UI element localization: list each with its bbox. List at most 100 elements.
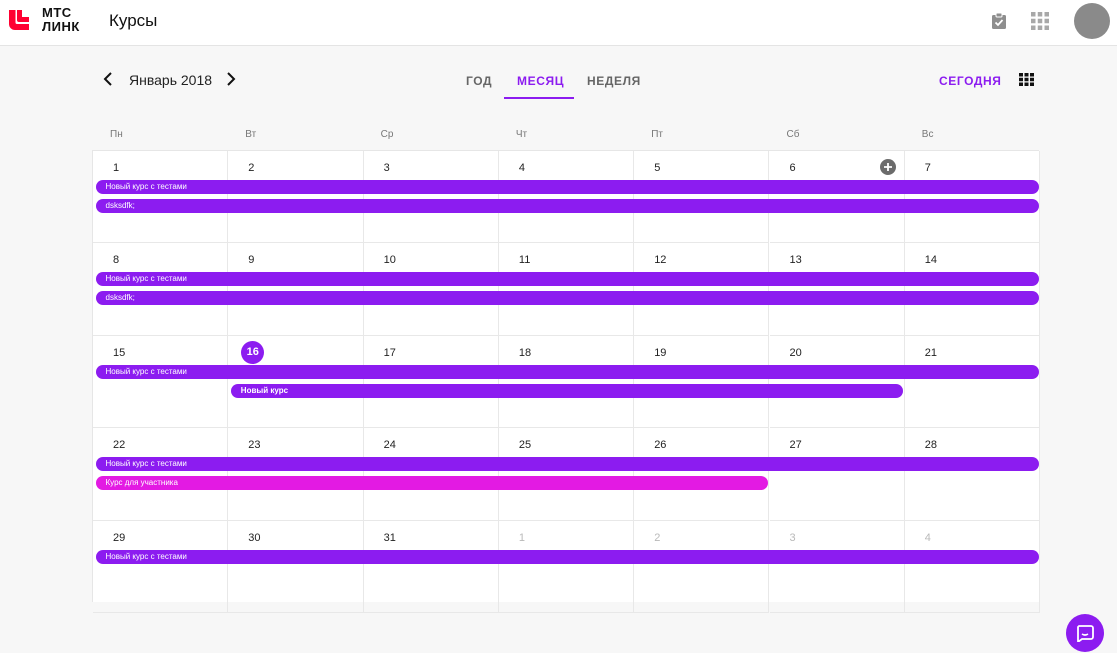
day-cell[interactable]: 11 xyxy=(498,243,635,336)
day-cell[interactable]: 14 xyxy=(904,243,1041,336)
event-bar[interactable]: dsksdfk; xyxy=(95,199,1039,213)
weekday-label: Сб xyxy=(786,129,800,140)
day-cell[interactable]: 10 xyxy=(363,243,499,336)
day-number: 25 xyxy=(518,439,532,452)
day-cell[interactable]: 3 xyxy=(363,151,499,244)
day-cell[interactable]: 27 xyxy=(769,428,905,521)
day-number: 17 xyxy=(383,346,396,359)
day-cell[interactable]: 1 xyxy=(93,151,229,244)
grid-view-icon[interactable] xyxy=(1019,73,1034,86)
logo-mark-icon xyxy=(9,10,29,30)
weekday-label: Пн xyxy=(110,129,123,140)
day-cell[interactable]: 12 xyxy=(634,243,770,336)
day-cell[interactable]: 17 xyxy=(363,335,499,429)
day-cell[interactable]: 24 xyxy=(363,428,499,521)
tab-week[interactable]: НЕДЕЛЯ xyxy=(587,74,641,88)
weekday-label: Ср xyxy=(380,129,394,140)
day-number: 15 xyxy=(113,346,126,359)
day-number: 4 xyxy=(924,531,931,544)
day-cell[interactable]: 8 xyxy=(93,243,229,336)
day-cell[interactable]: 4 xyxy=(498,151,635,244)
event-bar[interactable]: Новый курс с тестами xyxy=(95,180,1039,194)
event-bar[interactable]: Новый курс с тестами xyxy=(95,549,1039,564)
day-number: 24 xyxy=(383,439,396,452)
day-number: 27 xyxy=(789,439,802,452)
day-number: 2 xyxy=(248,162,255,174)
day-cell[interactable]: 16 xyxy=(228,335,364,429)
chevron-right-icon[interactable] xyxy=(221,70,239,88)
day-cell[interactable]: 22 xyxy=(93,428,229,521)
chat-bubble-icon xyxy=(1077,625,1094,642)
tab-month[interactable]: МЕСЯЦ xyxy=(517,74,564,88)
day-cell[interactable]: 18 xyxy=(498,335,635,429)
day-cell[interactable]: 25 xyxy=(498,428,635,521)
day-cell[interactable]: 2 xyxy=(634,520,770,613)
today-date: 16 xyxy=(241,340,265,364)
apps-grid-icon[interactable] xyxy=(1030,11,1050,31)
day-cell[interactable]: 19 xyxy=(634,335,770,429)
day-cell[interactable]: 1 xyxy=(498,520,635,613)
weekday-label: Чт xyxy=(515,129,528,140)
day-number: 10 xyxy=(383,254,396,267)
day-cell[interactable]: 31 xyxy=(363,520,499,613)
event-bar[interactable]: Курс для участника xyxy=(95,476,768,491)
day-cell[interactable]: 5 xyxy=(634,151,770,244)
month-calendar-grid: 1 2 3 4 5 6 7 Новый курс с тестами dsksdfk; 8 9 10 1… xyxy=(92,150,1041,613)
weekday-label: Вт xyxy=(245,129,257,140)
mts-link-logo[interactable]: МТС ЛИНК xyxy=(6,5,96,35)
day-number: 21 xyxy=(924,346,938,359)
logo-line-2: ЛИНК xyxy=(42,19,80,34)
day-number: 7 xyxy=(924,162,931,174)
day-number: 9 xyxy=(248,254,255,267)
logo-line-1: МТС xyxy=(42,5,72,20)
day-cell[interactable]: 28 xyxy=(904,428,1041,521)
day-number: 3 xyxy=(383,162,390,174)
day-cell[interactable]: 7 xyxy=(904,151,1041,244)
event-bar[interactable]: Новый курс с тестами xyxy=(95,272,1039,287)
day-number: 31 xyxy=(383,531,396,544)
event-bar[interactable]: Новый курс с тестами xyxy=(95,364,1039,379)
day-number: 14 xyxy=(924,254,938,267)
tab-year[interactable]: ГОД xyxy=(466,74,492,88)
day-cell[interactable]: 23 xyxy=(228,428,364,521)
month-label: Январь 2018 xyxy=(129,72,213,88)
active-tab-indicator xyxy=(504,97,574,99)
avatar[interactable] xyxy=(1074,3,1110,39)
day-cell[interactable]: 4 xyxy=(904,520,1041,613)
day-number: 19 xyxy=(654,346,667,359)
tasks-check-icon[interactable] xyxy=(989,11,1009,31)
day-number: 18 xyxy=(518,346,532,359)
chat-support-button[interactable] xyxy=(1066,614,1104,652)
day-number: 11 xyxy=(518,254,531,267)
day-cell[interactable]: 6 xyxy=(769,151,905,244)
day-cell[interactable]: 13 xyxy=(769,243,905,336)
day-cell[interactable]: 29 xyxy=(93,520,229,613)
day-number: 3 xyxy=(789,531,796,544)
day-number: 22 xyxy=(113,439,126,452)
event-bar[interactable]: Новый курс с тестами xyxy=(95,457,1039,472)
day-number: 28 xyxy=(924,439,938,452)
add-event-icon[interactable] xyxy=(879,159,896,175)
today-button[interactable]: СЕГОДНЯ xyxy=(939,74,1002,88)
day-cell[interactable]: 2 xyxy=(228,151,364,244)
chevron-left-icon[interactable] xyxy=(100,70,118,88)
weekday-label: Пт xyxy=(651,129,663,140)
event-bar[interactable]: dsksdfk; xyxy=(95,291,1039,306)
day-number: 26 xyxy=(654,439,667,452)
day-number: 13 xyxy=(789,254,802,267)
day-cell[interactable]: 15 xyxy=(93,335,229,429)
day-number: 8 xyxy=(113,254,120,267)
day-number: 23 xyxy=(248,439,261,452)
day-number: 20 xyxy=(789,346,802,359)
day-number: 30 xyxy=(248,531,261,544)
day-number: 1 xyxy=(113,162,120,174)
day-cell[interactable]: 21 xyxy=(904,335,1041,429)
day-cell[interactable]: 9 xyxy=(228,243,364,336)
day-cell[interactable]: 20 xyxy=(769,335,905,429)
day-cell[interactable]: 30 xyxy=(228,520,364,613)
weekday-label: Вс xyxy=(921,129,934,140)
day-cell[interactable]: 3 xyxy=(769,520,905,613)
day-number: 29 xyxy=(113,531,126,544)
day-cell[interactable]: 26 xyxy=(634,428,770,521)
event-bar[interactable]: Новый курс xyxy=(230,383,904,398)
